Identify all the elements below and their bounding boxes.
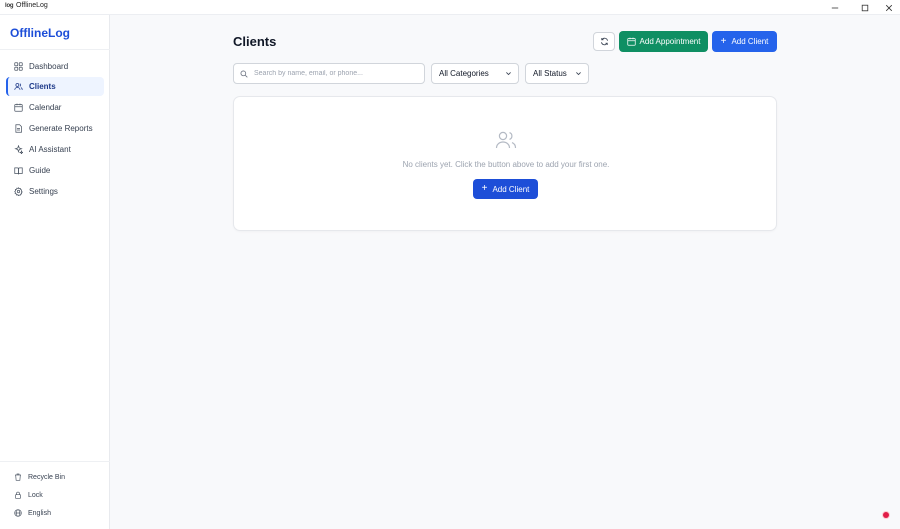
sidebar-item-label: Clients — [29, 82, 56, 91]
sidebar-item-recycle-bin[interactable]: Recycle Bin — [6, 469, 104, 485]
maximize-button[interactable] — [852, 0, 878, 15]
minimize-button[interactable] — [822, 0, 848, 15]
add-appointment-label: Add Appointment — [639, 37, 701, 46]
sidebar-item-label: Recycle Bin — [28, 473, 65, 481]
status-select[interactable]: All Status — [525, 63, 589, 84]
empty-add-client-button[interactable]: + Add Client — [473, 179, 538, 199]
sidebar-bottom-divider — [0, 461, 110, 462]
status-select-value: All Status — [533, 69, 567, 78]
add-client-button[interactable]: + Add Client — [712, 31, 777, 52]
close-icon — [885, 4, 893, 11]
sidebar-item-label: English — [28, 509, 51, 517]
chevron-down-icon — [576, 72, 581, 76]
lock-icon — [15, 491, 21, 499]
sidebar-item-settings[interactable]: Settings — [6, 182, 104, 201]
users-icon — [495, 131, 517, 149]
close-button[interactable] — [876, 0, 900, 15]
plus-icon: + — [481, 183, 488, 194]
plus-icon: + — [720, 35, 727, 47]
sidebar-item-guide[interactable]: Guide — [6, 161, 104, 180]
empty-state-message: No clients yet. Click the button above t… — [402, 160, 610, 169]
sidebar-item-dashboard[interactable]: Dashboard — [6, 57, 104, 76]
sidebar-item-lock[interactable]: Lock — [6, 487, 104, 503]
sidebar-item-label: Settings — [29, 187, 58, 196]
refresh-icon — [600, 37, 608, 46]
brand-logo[interactable]: OfflineLog — [10, 26, 70, 40]
sidebar-item-ai-assistant[interactable]: AI Assistant — [6, 140, 104, 159]
search-input[interactable] — [254, 70, 414, 77]
minimize-icon — [831, 7, 839, 8]
book-icon — [14, 167, 23, 175]
search-box[interactable] — [233, 63, 425, 84]
trash-icon — [15, 473, 21, 481]
maximize-icon — [861, 4, 869, 11]
recording-indicator — [883, 512, 889, 518]
brand-divider — [0, 49, 110, 50]
add-appointment-button[interactable]: Add Appointment — [619, 31, 708, 52]
category-select-value: All Categories — [439, 69, 489, 78]
sidebar-item-label: Dashboard — [29, 62, 69, 71]
empty-add-client-label: Add Client — [492, 184, 530, 194]
gear-icon — [14, 187, 23, 196]
dashboard-icon — [14, 62, 23, 71]
window-title: OfflineLog — [16, 2, 48, 9]
calendar-icon — [626, 37, 636, 46]
sidebar-item-calendar[interactable]: Calendar — [6, 98, 104, 117]
sidebar-item-language[interactable]: English — [6, 505, 104, 521]
page-title: Clients — [233, 34, 277, 49]
report-icon — [15, 124, 22, 133]
users-icon — [14, 83, 23, 90]
calendar-icon — [14, 103, 23, 112]
chevron-down-icon — [506, 72, 511, 76]
sidebar-item-label: Guide — [29, 166, 51, 175]
sidebar: OfflineLog Dashboard Clients Calendar Ge… — [0, 15, 110, 529]
sidebar-item-label: AI Assistant — [29, 145, 71, 154]
add-client-label: Add Client — [731, 37, 769, 46]
app-logo-icon: log — [5, 3, 14, 9]
sidebar-item-generate-reports[interactable]: Generate Reports — [6, 119, 104, 138]
category-select[interactable]: All Categories — [431, 63, 519, 84]
sidebar-item-label: Calendar — [29, 103, 62, 112]
window-titlebar: log OfflineLog — [0, 0, 900, 15]
globe-icon — [14, 509, 22, 517]
clients-empty-card: No clients yet. Click the button above t… — [233, 96, 777, 231]
sparkles-icon — [14, 145, 23, 154]
sidebar-item-label: Generate Reports — [29, 124, 93, 133]
search-icon — [240, 70, 248, 78]
sidebar-item-label: Lock — [28, 491, 43, 499]
refresh-button[interactable] — [593, 32, 615, 51]
sidebar-item-clients[interactable]: Clients — [6, 77, 104, 96]
